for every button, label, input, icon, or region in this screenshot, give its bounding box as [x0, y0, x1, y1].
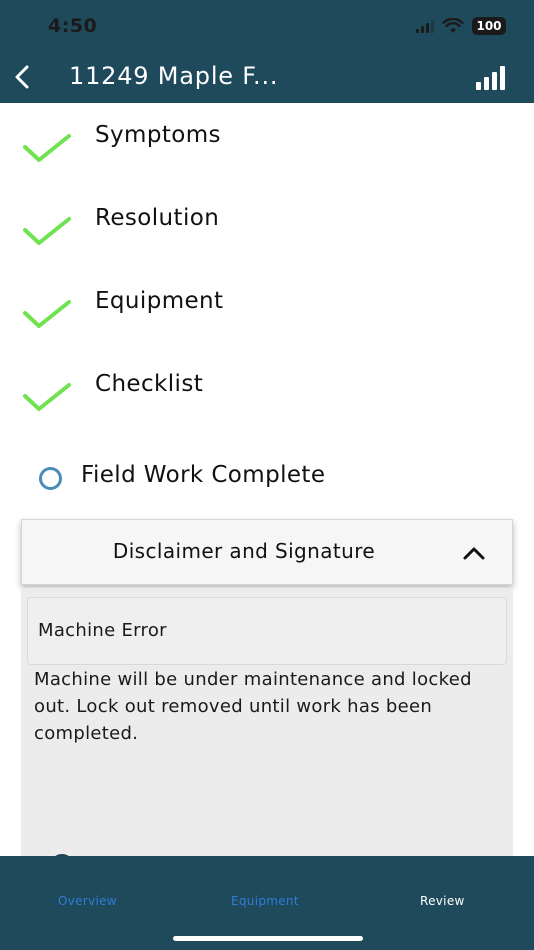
step-resolution[interactable]: Resolution [0, 201, 534, 261]
battery-icon: 100 [472, 17, 506, 35]
tab-review[interactable]: Review [420, 894, 465, 908]
status-icons: 100 [416, 17, 506, 35]
step-field-work-complete[interactable]: Field Work Complete [0, 458, 534, 498]
chevron-up-icon[interactable] [462, 544, 486, 562]
accordion-title: Disclaimer and Signature [112, 539, 376, 563]
page-title: 11249 Maple F... [69, 62, 279, 90]
cellular-signal-icon [416, 19, 434, 33]
radio-circle-icon [39, 467, 62, 490]
screen: 4:50 100 11249 Maple F... Symptoms Resol… [0, 0, 534, 950]
top-bar: 4:50 100 11249 Maple F... [0, 0, 534, 103]
home-indicator[interactable] [173, 936, 363, 941]
tab-equipment[interactable]: Equipment [231, 894, 299, 908]
checkmark-icon [23, 300, 71, 328]
disclaimer-text: Machine will be under maintenance and lo… [34, 669, 472, 744]
checkmark-icon [23, 383, 71, 411]
reason-field[interactable]: Machine Error [27, 597, 507, 665]
reason-value: Machine Error [38, 620, 167, 641]
chevron-left-icon[interactable] [10, 62, 34, 92]
checkmark-icon [23, 134, 71, 162]
step-symptoms[interactable]: Symptoms [0, 118, 534, 178]
signal-bars-icon[interactable] [476, 64, 506, 90]
bottom-tab-bar: Overview Equipment Review [0, 856, 534, 950]
disclaimer-accordion-body: Machine Error Machine will be under main… [21, 588, 513, 858]
step-label: Field Work Complete [81, 462, 326, 488]
step-label: Checklist [95, 371, 204, 397]
step-checklist[interactable]: Checklist [0, 367, 534, 427]
disclaimer-accordion-header[interactable]: Disclaimer and Signature [21, 519, 513, 585]
status-time: 4:50 [48, 15, 98, 37]
step-equipment[interactable]: Equipment [0, 284, 534, 344]
step-label: Resolution [95, 205, 220, 231]
step-label: Symptoms [95, 122, 221, 148]
checkmark-icon [23, 217, 71, 245]
wifi-icon [442, 18, 464, 33]
tab-overview[interactable]: Overview [58, 894, 117, 908]
step-label: Equipment [95, 288, 224, 314]
